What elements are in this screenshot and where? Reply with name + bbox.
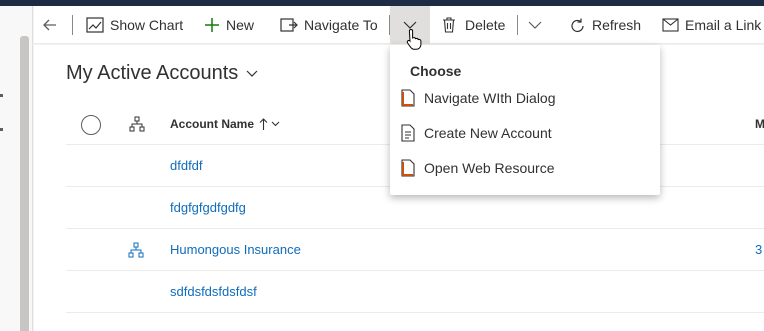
menu-item-navigate-with-dialog[interactable]: Navigate WIth Dialog [400, 83, 650, 113]
chevron-down-icon [271, 121, 280, 127]
rail-marker [0, 128, 3, 131]
column-header-label: Account Name [170, 117, 255, 131]
chart-icon [86, 17, 104, 33]
email-a-link-label: Email a Link [685, 17, 762, 33]
table-row[interactable]: sdfdsfdsfdsfdsf [66, 270, 764, 312]
menu-item-open-web-resource[interactable]: Open Web Resource [400, 153, 650, 183]
back-button[interactable] [42, 6, 58, 44]
web-resource-icon [401, 89, 415, 107]
column-header-account-name[interactable]: Account Name [170, 117, 280, 131]
account-name-link[interactable]: dfdfdf [170, 158, 203, 173]
scrollbar-thumb[interactable] [20, 36, 29, 331]
delete-label: Delete [465, 17, 506, 33]
form-icon [401, 124, 415, 142]
navigate-to-label: Navigate To [304, 17, 378, 33]
select-all-checkbox[interactable] [81, 115, 101, 135]
show-chart-label: Show Chart [110, 17, 184, 33]
table-row [66, 312, 764, 331]
menu-item-label: Navigate WIth Dialog [424, 90, 556, 106]
trash-icon [443, 17, 455, 33]
left-rail [0, 6, 33, 331]
plus-icon [205, 18, 219, 32]
table-row[interactable]: Humongous Insurance 3 [66, 228, 764, 270]
separator [72, 15, 73, 35]
refresh-icon [571, 18, 584, 32]
hand-pointer-cursor-icon [406, 28, 424, 55]
rail-marker [0, 94, 3, 97]
column-header-m[interactable]: M [755, 117, 764, 131]
command-bar: Show Chart New Navigate To Delete Refres… [34, 6, 764, 44]
navigate-to-button[interactable]: Navigate To [280, 6, 378, 44]
back-arrow-icon [43, 19, 56, 31]
account-name-link[interactable]: Humongous Insurance [170, 242, 301, 257]
menu-item-label: Open Web Resource [424, 160, 555, 176]
separator [517, 15, 518, 35]
refresh-label: Refresh [592, 17, 642, 33]
more-delete-options-button[interactable] [528, 6, 542, 44]
new-button[interactable]: New [204, 6, 254, 44]
page-title: My Active Accounts [66, 62, 239, 84]
account-name-link[interactable]: sdfdsfdsfdsfdsf [170, 284, 257, 299]
chevron-down-icon [246, 70, 258, 77]
flyout-heading: Choose [410, 63, 462, 79]
delete-button[interactable]: Delete [442, 6, 505, 44]
menu-item-create-new-account[interactable]: Create New Account [400, 118, 650, 148]
hierarchy-column-icon [129, 116, 145, 137]
menu-item-label: Create New Account [424, 125, 552, 141]
view-selector[interactable]: My Active Accounts [66, 62, 258, 85]
account-name-link[interactable]: fdgfgfgdfgdfg [170, 200, 246, 215]
email-a-link-button[interactable]: Email a Link [662, 6, 761, 44]
m-column-value[interactable]: 3 [755, 242, 762, 257]
sort-ascending-icon [259, 117, 268, 130]
email-icon [662, 18, 679, 32]
show-chart-button[interactable]: Show Chart [86, 6, 183, 44]
navigate-to-flyout-menu: Choose Navigate WIth Dialog Create New A… [390, 45, 660, 195]
navigate-icon [280, 18, 298, 32]
chevron-down-icon [528, 21, 542, 29]
new-label: New [226, 17, 255, 33]
refresh-button[interactable]: Refresh [569, 6, 641, 44]
hierarchy-icon[interactable] [128, 242, 144, 263]
web-resource-icon [401, 159, 415, 177]
